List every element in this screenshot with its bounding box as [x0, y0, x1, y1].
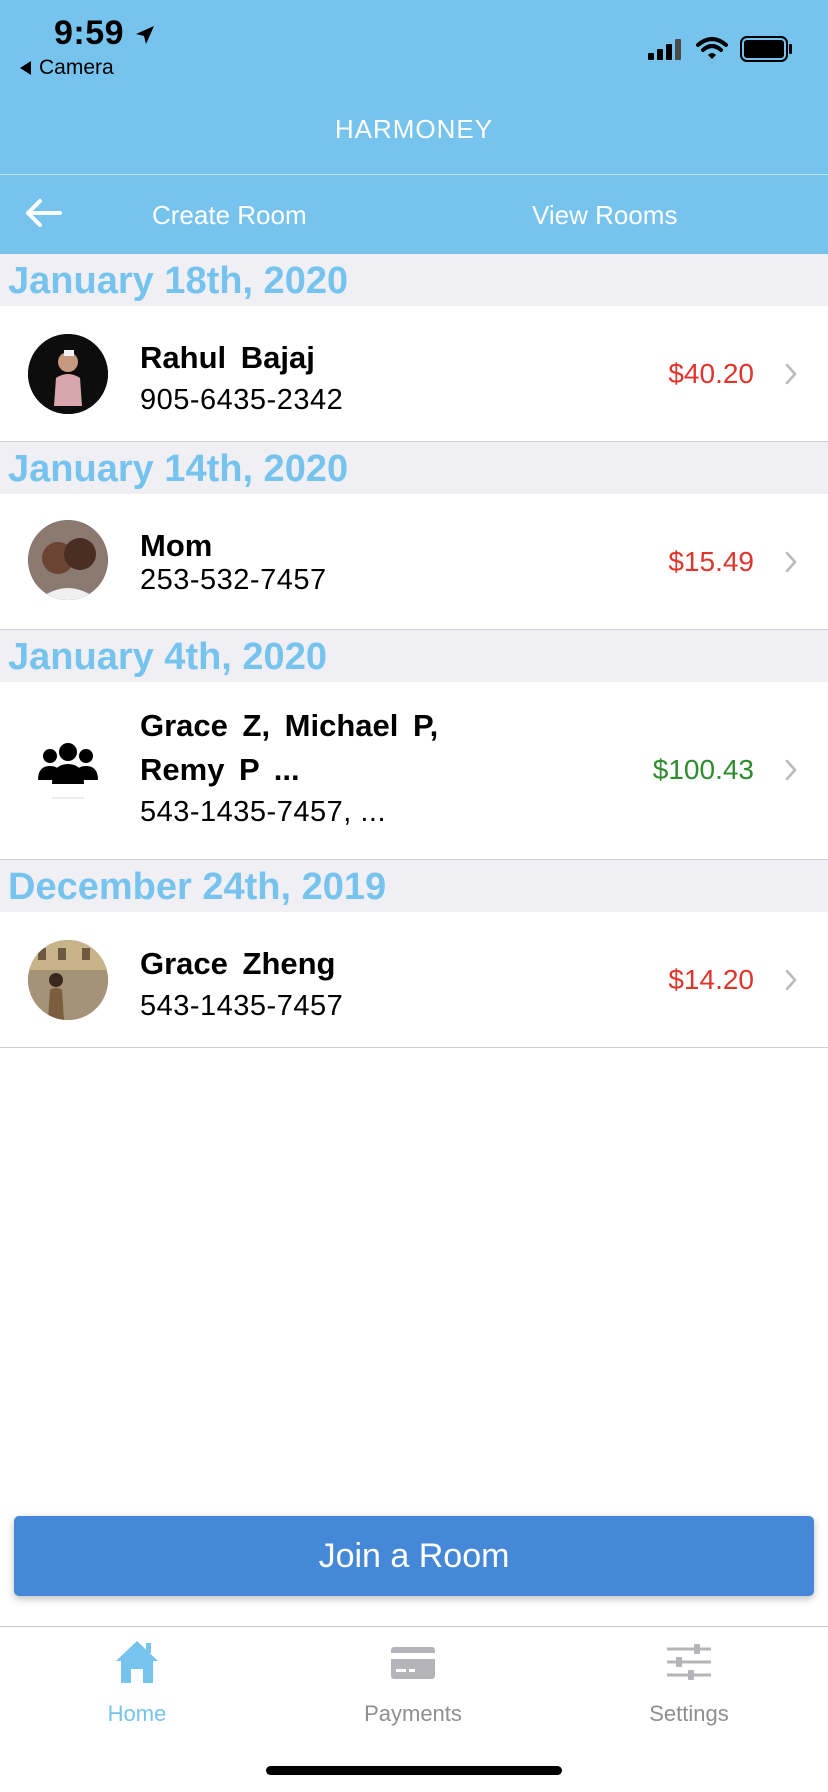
wifi-icon [696, 37, 728, 59]
contact-avatar [28, 520, 108, 600]
home-icon [116, 1641, 158, 1683]
sliders-icon [667, 1644, 711, 1680]
contact-name: Rahul Bajaj [140, 340, 315, 375]
tab-payments-label: Payments [364, 1701, 462, 1726]
battery-icon [740, 36, 792, 62]
back-arrow-icon[interactable] [24, 198, 64, 228]
contact-name: Grace Zheng [140, 946, 336, 981]
chevron-right-icon [785, 551, 797, 573]
contact-avatar [28, 940, 108, 1020]
room-amount: $14.20 [668, 964, 754, 995]
group-name-line1: Grace Z, Michael P, [140, 708, 439, 743]
section-header-date: December 24th, 2019 [0, 860, 828, 912]
cellular-signal-icon [648, 39, 681, 60]
group-avatar [28, 726, 108, 806]
room-row[interactable]: Rahul Bajaj 905-6435-2342 $40.20 [0, 306, 828, 442]
contact-avatar [28, 334, 108, 414]
section-header-date: January 4th, 2020 [0, 630, 828, 682]
section-header-date: January 18th, 2020 [0, 254, 828, 306]
back-to-camera-label: Camera [39, 56, 114, 79]
room-amount: $40.20 [668, 358, 754, 389]
location-arrow-icon [136, 26, 154, 44]
chevron-right-icon [785, 363, 797, 385]
back-triangle-icon [20, 61, 31, 75]
section-date: January 14th, 2020 [8, 448, 349, 490]
chevron-right-icon [785, 969, 797, 991]
app-title: HARMONEY [334, 114, 494, 144]
tab-home-label: Home [107, 1701, 167, 1726]
tab-home[interactable]: Home [37, 1637, 237, 1727]
section-date: January 4th, 2020 [8, 636, 327, 678]
tab-settings[interactable]: Settings [589, 1637, 789, 1727]
group-phones: 543-1435-7457, ... [140, 796, 387, 828]
tab-payments[interactable]: Payments [313, 1637, 513, 1727]
join-room-button[interactable]: Join a Room [14, 1516, 814, 1596]
section-date: January 18th, 2020 [8, 260, 349, 302]
section-date: December 24th, 2019 [8, 866, 387, 908]
contact-name: Mom [140, 528, 213, 563]
room-row[interactable]: Grace Zheng 543-1435-7457 $14.20 [0, 912, 828, 1048]
person-photo-avatar-icon [28, 940, 108, 1020]
back-to-camera[interactable]: Camera [20, 56, 114, 80]
contact-phone: 253-532-7457 [140, 564, 327, 596]
credit-card-icon [391, 1647, 435, 1679]
home-indicator [266, 1766, 562, 1775]
view-rooms-button[interactable]: View Rooms [532, 200, 677, 231]
chevron-right-icon [785, 759, 797, 781]
contact-phone: 543-1435-7457 [140, 990, 344, 1022]
tab-settings-label: Settings [649, 1701, 729, 1726]
person-photo-avatar-icon [28, 520, 108, 600]
group-icon [38, 743, 98, 799]
room-row[interactable]: Grace Z, Michael P, Remy P ... 543-1435-… [0, 682, 828, 860]
person-photo-avatar-icon [28, 334, 108, 414]
group-name-line2: Remy P ... [140, 752, 300, 787]
room-amount: $15.49 [668, 546, 754, 577]
room-row[interactable]: Mom 253-532-7457 $15.49 [0, 494, 828, 630]
create-room-button[interactable]: Create Room [152, 200, 307, 231]
status-time: 9:59 [54, 14, 125, 52]
room-amount: $100.43 [652, 754, 754, 785]
app-header: 9:59 Camera HARMONEY Create Room View Ro… [0, 0, 828, 254]
section-header-date: January 14th, 2020 [0, 442, 828, 494]
contact-phone: 905-6435-2342 [140, 384, 344, 416]
status-icons [648, 36, 794, 62]
header-divider [0, 174, 828, 175]
